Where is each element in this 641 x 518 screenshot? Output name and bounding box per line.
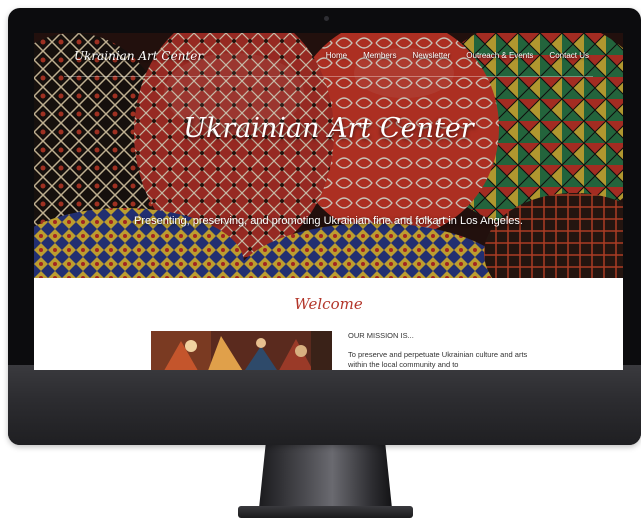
nav-link-contact-us[interactable]: Contact Us <box>549 51 589 60</box>
hero-title: Ukrainian Art Center <box>183 113 474 144</box>
mission-heading: OUR MISSION IS... <box>348 331 414 340</box>
top-navigation: Ukrainian Art Center Home Members Newsle… <box>34 33 623 77</box>
mission-text: To preserve and perpetuate Ukrainian cul… <box>348 350 528 369</box>
welcome-heading: Welcome <box>294 295 363 313</box>
nav-divider <box>64 76 593 77</box>
nav-link-members[interactable]: Members <box>363 51 396 60</box>
hero-banner: Ukrainian Art Center Home Members Newsle… <box>34 33 623 278</box>
nav-link-newsletter[interactable]: Newsletter <box>412 51 450 60</box>
nav-link-outreach-events[interactable]: Outreach & Events <box>466 51 533 60</box>
monitor-chin <box>8 365 641 445</box>
painting-image <box>151 331 332 370</box>
mission-image <box>151 331 332 370</box>
camera-icon <box>324 16 329 21</box>
hero-subtitle: Presenting, preserving, and promoting Uk… <box>134 215 523 227</box>
browser-viewport: Ukrainian Art Center Home Members Newsle… <box>34 33 623 370</box>
monitor-frame: Ukrainian Art Center Home Members Newsle… <box>8 8 641 445</box>
nav-menu: Home Members Newsletter Outreach & Event… <box>326 51 589 60</box>
nav-link-home[interactable]: Home <box>326 51 347 60</box>
site-logo[interactable]: Ukrainian Art Center <box>74 49 203 63</box>
monitor-stand-base <box>238 506 413 518</box>
